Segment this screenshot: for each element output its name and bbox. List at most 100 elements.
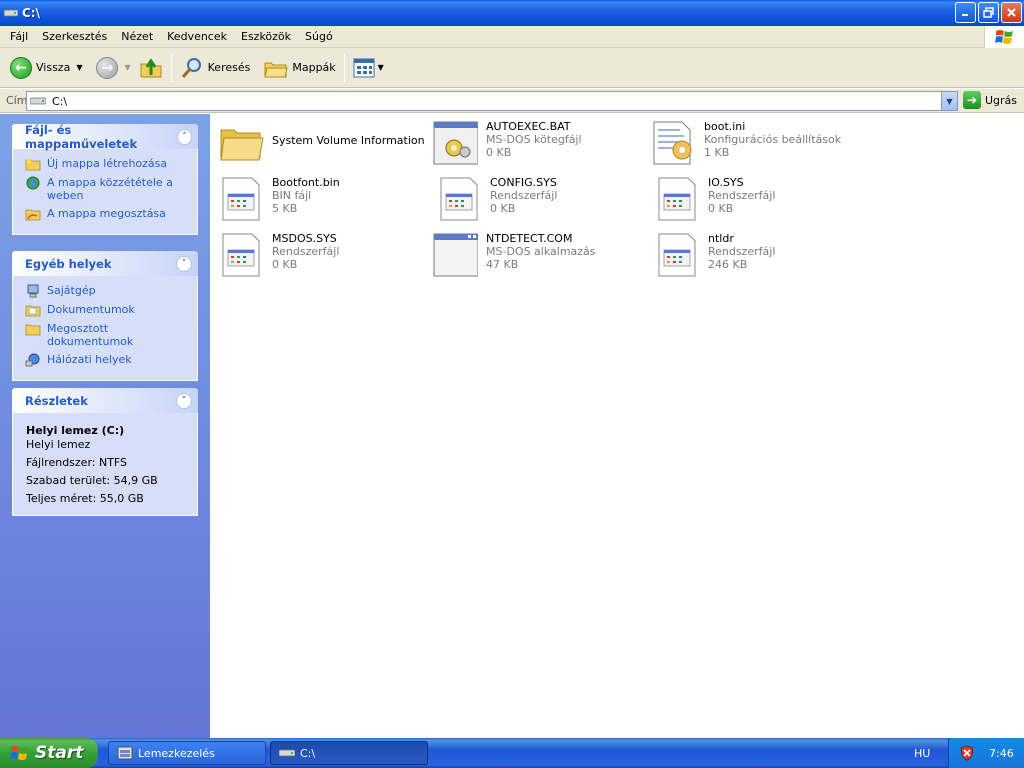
file-tasks-title: Fájl- és mappaműveletek [25, 122, 138, 151]
documents-icon [25, 305, 41, 317]
title-bar[interactable]: C:\ [0, 0, 1024, 26]
file-name: NTDETECT.COM [486, 232, 573, 245]
place-label: Sajátgép [47, 284, 96, 297]
windows-flag-icon [10, 746, 28, 760]
windows-logo [984, 26, 1024, 48]
task-publish-web[interactable]: A mappa közzététele a weben [25, 176, 197, 202]
file-tasks-panel: Fájl- és mappaműveletek ˄ Új mappa létre… [12, 122, 198, 235]
address-bar: Cím C:\ ▼ ➔ Ugrás [0, 89, 1024, 113]
address-value: C:\ [52, 94, 68, 108]
windows-flag-icon [994, 30, 1013, 44]
task-share-folder[interactable]: A mappa megosztása [25, 207, 197, 221]
go-arrow-icon: ➔ [963, 91, 981, 109]
globe-icon [26, 176, 40, 190]
disk-management-icon [117, 746, 133, 760]
file-tasks-header[interactable]: Fájl- és mappaműveletek ˄ [12, 122, 198, 151]
place-my-computer[interactable]: Sajátgép [25, 284, 197, 298]
collapse-icon[interactable]: ˄ [176, 392, 192, 409]
system-file-icon [658, 177, 696, 221]
forward-button[interactable]: → ▼ [92, 51, 134, 85]
place-label: Megosztott dokumentumok [47, 322, 134, 348]
security-shield-icon[interactable] [959, 745, 975, 761]
search-button[interactable]: Keresés [176, 51, 255, 85]
menu-file[interactable]: Fájl [0, 30, 35, 43]
share-folder-icon [25, 209, 41, 221]
drive-icon [279, 749, 295, 757]
place-network[interactable]: Hálózati helyek [25, 353, 197, 367]
collapse-icon[interactable]: ˄ [176, 255, 192, 272]
other-places-header[interactable]: Egyéb helyek ˄ [12, 251, 198, 276]
collapse-icon[interactable]: ˄ [176, 128, 192, 145]
language-label: HU [914, 746, 931, 760]
file-item[interactable]: boot.ini Konfigurációs beállítások 1 KB [650, 120, 841, 166]
forward-dropdown-icon[interactable]: ▼ [124, 63, 130, 72]
batch-file-icon [433, 121, 478, 165]
drive-icon [30, 97, 46, 105]
restore-icon [983, 7, 994, 18]
file-type: Rendszerfájl [272, 245, 340, 258]
file-name: IO.SYS [708, 176, 744, 189]
detail-filesystem: Fájlrendszer: NTFS [26, 456, 128, 469]
menu-help[interactable]: Súgó [298, 30, 340, 43]
file-item[interactable]: CONFIG.SYS Rendszerfájl 0 KB [436, 176, 557, 222]
menu-view[interactable]: Nézet [114, 30, 160, 43]
place-shared-documents[interactable]: Megosztott dokumentumok [25, 322, 197, 348]
back-button[interactable]: ← Vissza ▼ [6, 51, 86, 85]
file-size: 0 KB [272, 258, 298, 271]
file-size: 0 KB [486, 146, 512, 159]
address-label: Cím [6, 94, 28, 107]
taskbar-item-explorer[interactable]: C:\ [270, 741, 428, 765]
place-documents[interactable]: Dokumentumok [25, 303, 197, 317]
file-item[interactable]: MSDOS.SYS Rendszerfájl 0 KB [218, 232, 339, 278]
file-name: Bootfont.bin [272, 176, 340, 189]
new-folder-icon [25, 158, 41, 171]
folders-button[interactable]: Mappák [260, 51, 339, 85]
search-icon [181, 57, 201, 78]
views-dropdown-icon[interactable]: ▼ [378, 63, 384, 72]
file-item[interactable]: System Volume Information [218, 120, 425, 166]
close-button[interactable] [1001, 2, 1022, 23]
task-new-folder[interactable]: Új mappa létrehozása [25, 157, 197, 171]
taskbar-item-label: C:\ [300, 746, 316, 760]
views-button[interactable]: ▼ [349, 51, 388, 85]
file-item[interactable]: ntldr Rendszerfájl 246 KB [654, 232, 775, 278]
details-title: Részletek [25, 393, 88, 408]
back-dropdown-icon[interactable]: ▼ [76, 63, 82, 72]
address-input[interactable]: C:\ ▼ [26, 91, 958, 111]
details-header[interactable]: Részletek ˄ [12, 388, 198, 413]
taskbar-item-disk-management[interactable]: Lemezkezelés [108, 741, 266, 765]
start-button[interactable]: Start [0, 738, 98, 768]
file-item[interactable]: IO.SYS Rendszerfájl 0 KB [654, 176, 775, 222]
system-tray: 7:46 [948, 738, 1024, 768]
file-name: System Volume Information [272, 134, 425, 147]
menu-favorites[interactable]: Kedvencek [160, 30, 234, 43]
toolbar: ← Vissza ▼ → ▼ Keresés Mappák ▼ [0, 48, 1024, 88]
restore-button[interactable] [978, 2, 999, 23]
application-icon [433, 233, 478, 277]
minimize-button[interactable] [955, 2, 976, 23]
task-label: Új mappa létrehozása [47, 157, 168, 170]
system-file-icon [222, 177, 260, 221]
menu-edit[interactable]: Szerkesztés [35, 30, 114, 43]
up-folder-button[interactable] [135, 51, 167, 85]
detail-free-space: Szabad terület: 54,9 GB [26, 474, 158, 487]
go-label: Ugrás [985, 93, 1018, 107]
file-item[interactable]: NTDETECT.COM MS-DOS alkalmazás 47 KB [432, 232, 596, 278]
go-button[interactable]: ➔ Ugrás [963, 91, 1017, 109]
detail-type: Helyi lemez [26, 438, 91, 451]
file-item[interactable]: AUTOEXEC.BAT MS-DOS kötegfájl 0 KB [432, 120, 582, 166]
file-list: System Volume Information AUTOEXEC.BAT M… [210, 114, 1024, 738]
menu-tools[interactable]: Eszközök [234, 30, 298, 43]
language-indicator[interactable]: HU [914, 738, 930, 768]
file-name: MSDOS.SYS [272, 232, 337, 245]
shared-folder-icon [25, 324, 41, 336]
back-arrow-icon: ← [10, 56, 32, 79]
file-item[interactable]: Bootfont.bin BIN fájl 5 KB [218, 176, 340, 222]
address-dropdown-button[interactable]: ▼ [941, 92, 957, 110]
taskbar-item-label: Lemezkezelés [138, 746, 215, 760]
other-places-title: Egyéb helyek [25, 256, 112, 271]
place-label: Hálózati helyek [47, 353, 132, 366]
place-label: Dokumentumok [47, 303, 135, 316]
file-size: 246 KB [708, 258, 748, 271]
clock[interactable]: 7:46 [989, 747, 1014, 760]
